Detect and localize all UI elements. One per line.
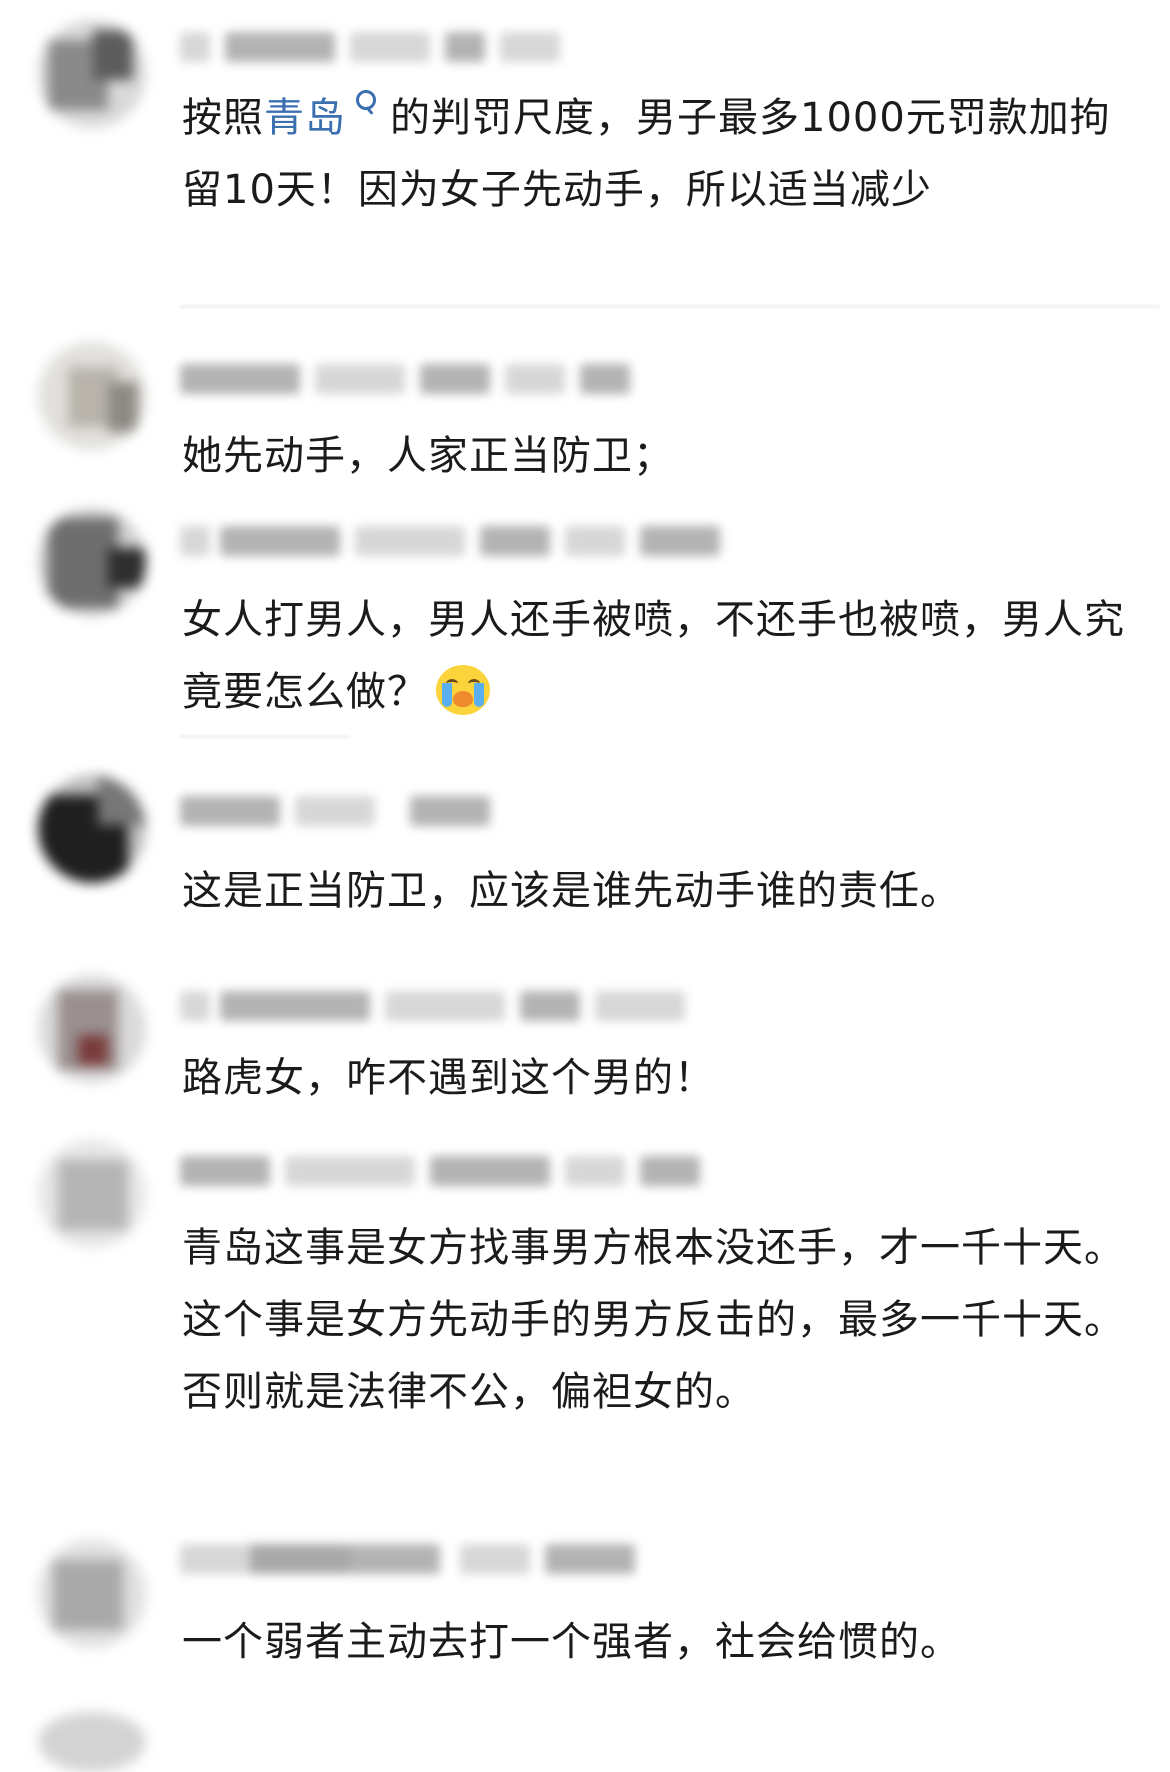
comment-text: 这是正当防卫，应该是谁先动手谁的责任。 bbox=[182, 868, 961, 914]
location-link[interactable]: 青岛 bbox=[264, 95, 346, 141]
comment-text: 路虎女，咋不遇到这个男的！ bbox=[182, 1055, 715, 1101]
username-blurred[interactable] bbox=[180, 985, 700, 1029]
avatar[interactable] bbox=[38, 20, 146, 128]
avatar[interactable] bbox=[38, 342, 146, 450]
divider bbox=[180, 305, 1160, 308]
avatar[interactable] bbox=[38, 975, 146, 1083]
username-blurred[interactable] bbox=[180, 520, 760, 564]
divider bbox=[180, 735, 350, 738]
username-blurred[interactable] bbox=[180, 358, 640, 402]
search-icon[interactable] bbox=[354, 90, 376, 120]
username-blurred[interactable] bbox=[180, 26, 600, 70]
comment-text: 青岛这事是女方找事男方根本没还手，才一千十天。这个事是女方先动手的男方反击的，最… bbox=[182, 1225, 1125, 1415]
username-blurred[interactable] bbox=[180, 790, 520, 834]
username-blurred[interactable] bbox=[180, 1538, 660, 1582]
comment-text: 一个弱者主动去打一个强者，社会给惯的。 bbox=[182, 1619, 961, 1665]
avatar[interactable] bbox=[38, 1140, 146, 1248]
avatar[interactable] bbox=[38, 775, 146, 883]
username-blurred[interactable] bbox=[180, 1150, 720, 1194]
comment-text-part: 按照 bbox=[182, 95, 264, 141]
comment-text: 女人打男人，男人还手被喷，不还手也被喷，男人究竟要怎么做？ bbox=[182, 584, 1132, 728]
comment-text-part: 女人打男人，男人还手被喷，不还手也被喷，男人究竟要怎么做？ bbox=[182, 597, 1125, 715]
avatar[interactable] bbox=[38, 508, 146, 616]
avatar[interactable] bbox=[38, 1540, 146, 1648]
comment-text: 按照青岛 的判罚尺度，男子最多1000元罚款加拘留10天！因为女子先动手，所以适当… bbox=[182, 82, 1132, 226]
crying-face-emoji bbox=[436, 665, 490, 715]
avatar[interactable] bbox=[38, 1712, 146, 1772]
comment-text: 她先动手，人家正当防卫； bbox=[182, 433, 674, 479]
